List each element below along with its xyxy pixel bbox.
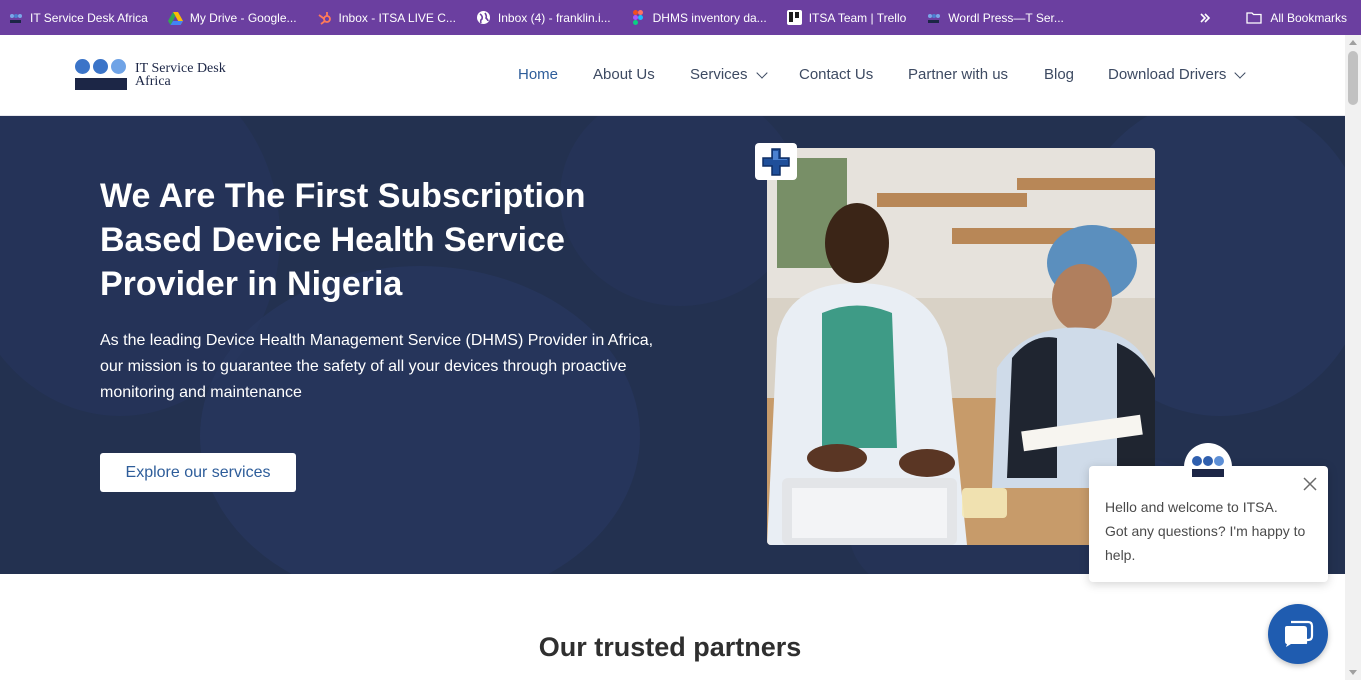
page-scrollbar[interactable]: [1345, 35, 1361, 680]
scroll-down-arrow-icon[interactable]: [1349, 670, 1357, 675]
bookmark-trello[interactable]: ITSA Team | Trello: [786, 0, 907, 35]
scroll-thumb[interactable]: [1348, 51, 1358, 105]
scroll-up-arrow-icon[interactable]: [1349, 40, 1357, 45]
folder-icon: [1246, 11, 1262, 24]
chat-bubble-icon: [1282, 619, 1314, 649]
chat-agent-avatar: [1184, 443, 1232, 491]
logo-mark: [75, 59, 127, 91]
nav-contact-us[interactable]: Contact Us: [799, 66, 873, 83]
chat-launcher-button[interactable]: [1268, 604, 1328, 664]
site-header: IT Service Desk Africa Home About Us Ser…: [0, 35, 1345, 116]
itsa-logo-icon: [926, 10, 941, 25]
nav-blog[interactable]: Blog: [1044, 66, 1074, 83]
nav-services[interactable]: Services: [690, 66, 768, 83]
nav-partner-with-us[interactable]: Partner with us: [908, 66, 1008, 83]
bookmark-wordpress[interactable]: Wordl Press—T Ser...: [926, 0, 1064, 35]
bookmark-inbox-itsa[interactable]: Inbox - ITSA LIVE C...: [317, 0, 456, 35]
chevron-down-icon: [1234, 66, 1247, 79]
bookmark-label: Inbox - ITSA LIVE C...: [338, 10, 456, 25]
nav-about-us[interactable]: About Us: [593, 66, 655, 83]
all-bookmarks-button[interactable]: All Bookmarks: [1246, 0, 1347, 35]
bookmark-inbox-franklin[interactable]: Inbox (4) - franklin.i...: [476, 0, 611, 35]
bookmark-label: IT Service Desk Africa: [30, 10, 148, 25]
chevron-down-icon: [755, 66, 768, 79]
logo-text: IT Service Desk Africa: [135, 61, 226, 89]
site-logo[interactable]: IT Service Desk Africa: [75, 59, 230, 91]
all-bookmarks-label: All Bookmarks: [1270, 10, 1347, 25]
google-drive-icon: [167, 10, 183, 25]
bookmark-label: My Drive - Google...: [189, 10, 297, 25]
nav-download-drivers[interactable]: Download Drivers: [1108, 66, 1247, 83]
bookmark-dhms-inventory[interactable]: DHMS inventory da...: [631, 0, 767, 35]
bookmarks-bar: IT Service Desk Africa My Drive - Google…: [0, 0, 1361, 35]
bookmark-my-drive[interactable]: My Drive - Google...: [167, 0, 297, 35]
explore-services-button[interactable]: Explore our services: [100, 453, 296, 492]
medical-plus-icon: [755, 143, 797, 180]
double-chevron-icon[interactable]: [1199, 0, 1211, 35]
bookmark-label: ITSA Team | Trello: [808, 10, 907, 25]
bookmark-itsa[interactable]: IT Service Desk Africa: [8, 0, 148, 35]
globe-icon: [476, 10, 491, 25]
chat-welcome-message: Hello and welcome to ITSA. Got any quest…: [1105, 499, 1306, 563]
hero-title: We Are The First Subscription Based Devi…: [100, 177, 586, 303]
hubspot-icon: [317, 10, 332, 25]
figma-icon: [631, 10, 646, 25]
close-icon[interactable]: [1302, 476, 1318, 492]
trello-icon: [786, 10, 802, 25]
partners-title: Our trusted partners: [538, 632, 802, 662]
bookmark-label: Inbox (4) - franklin.i...: [497, 10, 611, 25]
itsa-logo-icon: [8, 10, 23, 25]
bookmark-label: Wordl Press—T Ser...: [948, 10, 1064, 25]
bookmark-label: DHMS inventory da...: [652, 10, 767, 25]
nav-home[interactable]: Home: [518, 66, 558, 83]
hero-description: As the leading Device Health Management …: [100, 332, 654, 401]
